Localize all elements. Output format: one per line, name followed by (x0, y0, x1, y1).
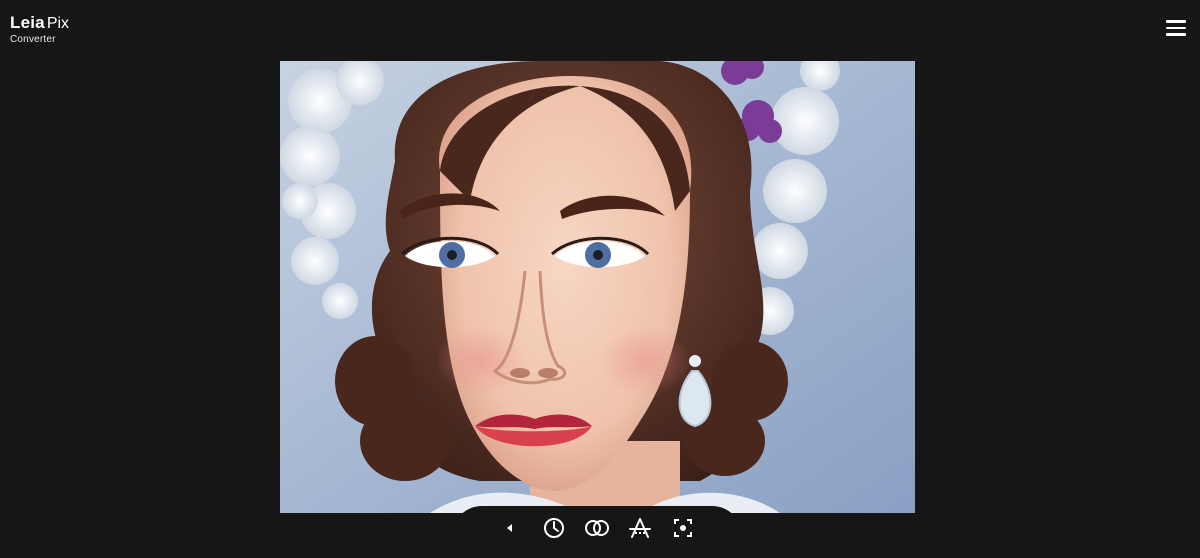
portrait-image (280, 61, 915, 513)
app-root: Leia Pix Converter (0, 0, 1200, 558)
menu-bar (1166, 26, 1186, 29)
hamburger-menu-icon[interactable] (1166, 19, 1186, 37)
logo-product: Pix (46, 15, 70, 32)
clock-animation-icon[interactable] (542, 516, 566, 540)
logo[interactable]: Leia Pix Converter (10, 14, 69, 45)
focus-target-icon[interactable] (671, 516, 695, 540)
menu-bar (1166, 33, 1186, 36)
menu-bar (1166, 20, 1186, 23)
depth-perspective-icon[interactable] (628, 516, 652, 540)
image-viewer[interactable] (280, 61, 915, 513)
overlapping-circles-icon[interactable] (585, 516, 609, 540)
logo-subtitle: Converter (10, 34, 56, 45)
collapse-left-icon[interactable] (498, 516, 522, 540)
logo-brand: Leia (10, 13, 45, 32)
logo-wordmark: Leia Pix (10, 14, 69, 32)
viewer-toolbar (452, 506, 742, 558)
